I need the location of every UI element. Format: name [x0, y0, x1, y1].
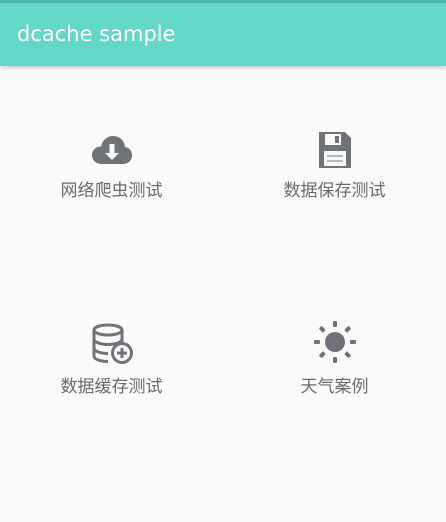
app-bar: dcache sample	[0, 3, 446, 66]
menu-item-label: 数据保存测试	[283, 181, 386, 201]
menu-item-data-cache-test[interactable]: 数据缓存测试	[0, 266, 223, 466]
menu-item-data-save-test[interactable]: 数据保存测试	[223, 66, 446, 266]
sun-icon	[313, 320, 357, 364]
menu-item-weather-example[interactable]: 天气案例	[223, 266, 446, 466]
menu-item-label: 数据缓存测试	[60, 377, 163, 397]
menu-item-label: 天气案例	[300, 377, 369, 397]
menu-item-web-crawler-test[interactable]: 网络爬虫测试	[0, 66, 223, 266]
app-title: dcache sample	[17, 22, 176, 46]
database-add-icon	[90, 322, 134, 366]
menu-item-label: 网络爬虫测试	[60, 181, 163, 201]
floppy-disk-icon	[313, 128, 357, 172]
cloud-download-icon	[90, 128, 134, 172]
